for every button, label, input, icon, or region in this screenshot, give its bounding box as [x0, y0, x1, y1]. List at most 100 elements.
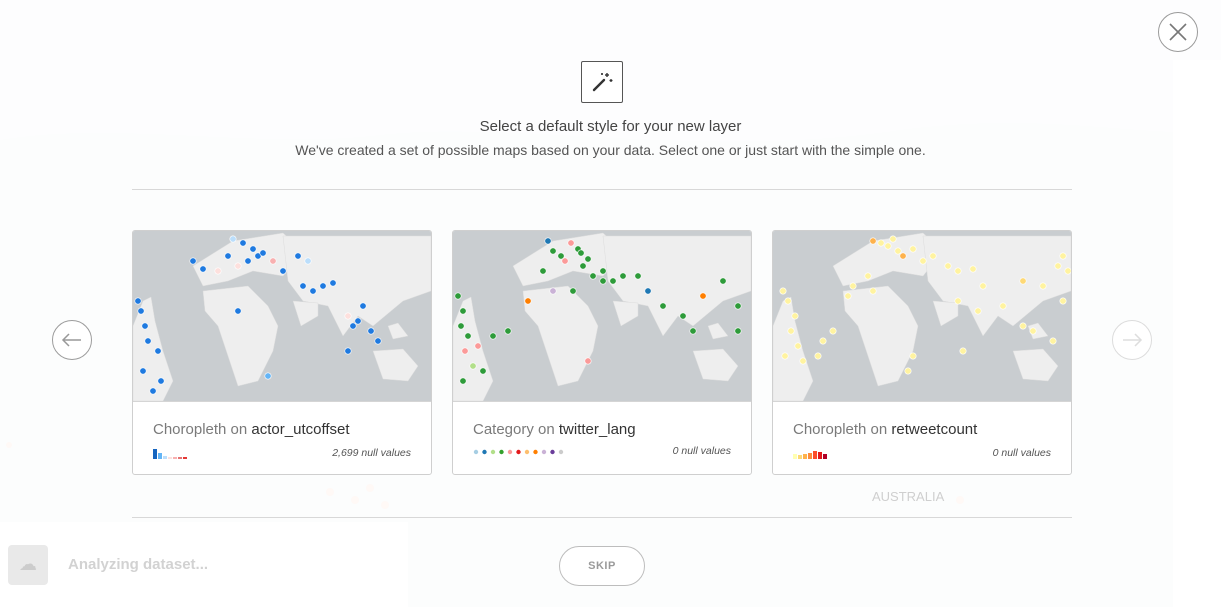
map-point [910, 353, 916, 359]
map-point [635, 273, 641, 279]
analyzing-text: Analyzing dataset... [68, 556, 208, 573]
magic-wand-icon [590, 70, 614, 94]
map-point [955, 298, 961, 304]
null-values-count: 0 null values [673, 445, 731, 457]
legend-bar [163, 456, 167, 459]
map-point [345, 348, 351, 354]
landmass [773, 297, 813, 401]
legend-swatch [499, 450, 503, 454]
map-point [890, 236, 896, 242]
style-card-actor-utcoffset[interactable]: Choropleth on actor_utcoffset 2,699 null… [132, 230, 432, 475]
legend-bar [798, 455, 802, 459]
next-button[interactable] [1112, 320, 1152, 360]
map-point [305, 258, 311, 264]
map-point [720, 278, 726, 284]
legend-swatch [516, 450, 520, 454]
map-point [585, 256, 591, 262]
map-point [878, 240, 884, 246]
map-point [680, 313, 686, 319]
map-point [870, 238, 876, 244]
legend-bar [173, 457, 177, 459]
legend-swatch [550, 450, 554, 454]
map-point [200, 266, 206, 272]
map-point [1040, 283, 1046, 289]
category-legend [473, 448, 593, 460]
map-label-australia: AUSTRALIA [872, 489, 944, 504]
map-point [245, 258, 251, 264]
map-point [270, 258, 276, 264]
legend-bar [158, 453, 162, 459]
map-point [142, 323, 148, 329]
map-point [700, 293, 706, 299]
map-point [845, 293, 851, 299]
legend-bar [808, 453, 812, 459]
previous-button[interactable] [52, 320, 92, 360]
map-point [975, 308, 981, 314]
map-point [930, 253, 936, 259]
card-caption: Choropleth on actor_utcoffset [153, 421, 350, 438]
map-point [1050, 338, 1056, 344]
map-point [782, 353, 788, 359]
landmass [693, 349, 738, 381]
map-thumbnail [453, 231, 751, 401]
map-point [158, 378, 164, 384]
map-point [735, 303, 741, 309]
map-point [355, 318, 361, 324]
map-point [240, 240, 246, 246]
card-caption: Category on twitter_lang [473, 421, 636, 438]
map-point [562, 258, 568, 264]
map-point [830, 328, 836, 334]
map-point [580, 263, 586, 269]
map-point [215, 268, 221, 274]
close-button[interactable] [1158, 12, 1198, 52]
legend-bar [183, 457, 187, 459]
map-point [460, 308, 466, 314]
map-point [480, 368, 486, 374]
card-column-name: retweetcount [891, 421, 977, 438]
legend-swatch [559, 450, 563, 454]
map-thumbnail [773, 231, 1071, 401]
map-point [525, 298, 531, 304]
legend-swatch [525, 450, 529, 454]
cloud-icon: ☁ [8, 545, 48, 585]
skip-button[interactable]: SKIP [559, 546, 645, 586]
map-point [645, 288, 651, 294]
null-values-count: 0 null values [993, 447, 1051, 459]
map-point [920, 258, 926, 264]
map-point [600, 268, 606, 274]
card-divider [773, 401, 1071, 402]
map-point [300, 283, 306, 289]
landmass [203, 286, 278, 386]
bottom-divider [132, 517, 1072, 518]
map-point [600, 278, 606, 284]
legend-swatch [482, 450, 486, 454]
map-point [1030, 328, 1036, 334]
style-card-retweetcount[interactable]: Choropleth on retweetcount 0 null values [772, 230, 1072, 475]
map-point [945, 263, 951, 269]
card-caption: Choropleth on retweetcount [793, 421, 977, 438]
card-column-name: actor_utcoffset [251, 421, 349, 438]
map-point [320, 283, 326, 289]
map-point [280, 268, 286, 274]
arrow-right-icon [1121, 333, 1143, 347]
map-point [1020, 278, 1026, 284]
landmass [388, 323, 408, 339]
map-point [135, 298, 141, 304]
landmass [453, 297, 493, 401]
landmass [523, 286, 598, 386]
modal-subtitle: We've created a set of possible maps bas… [0, 142, 1221, 158]
map-point [820, 338, 826, 344]
map-point [568, 240, 574, 246]
map-point [145, 338, 151, 344]
map-point [850, 283, 856, 289]
map-point [250, 246, 256, 252]
landmass [708, 323, 728, 339]
map-point [345, 313, 351, 319]
style-card-twitter-lang[interactable]: Category on twitter_lang 0 null values [452, 230, 752, 475]
landmass [373, 349, 418, 381]
map-point [570, 288, 576, 294]
map-point [785, 298, 791, 304]
map-point [620, 273, 626, 279]
map-point [590, 273, 596, 279]
map-point [465, 333, 471, 339]
